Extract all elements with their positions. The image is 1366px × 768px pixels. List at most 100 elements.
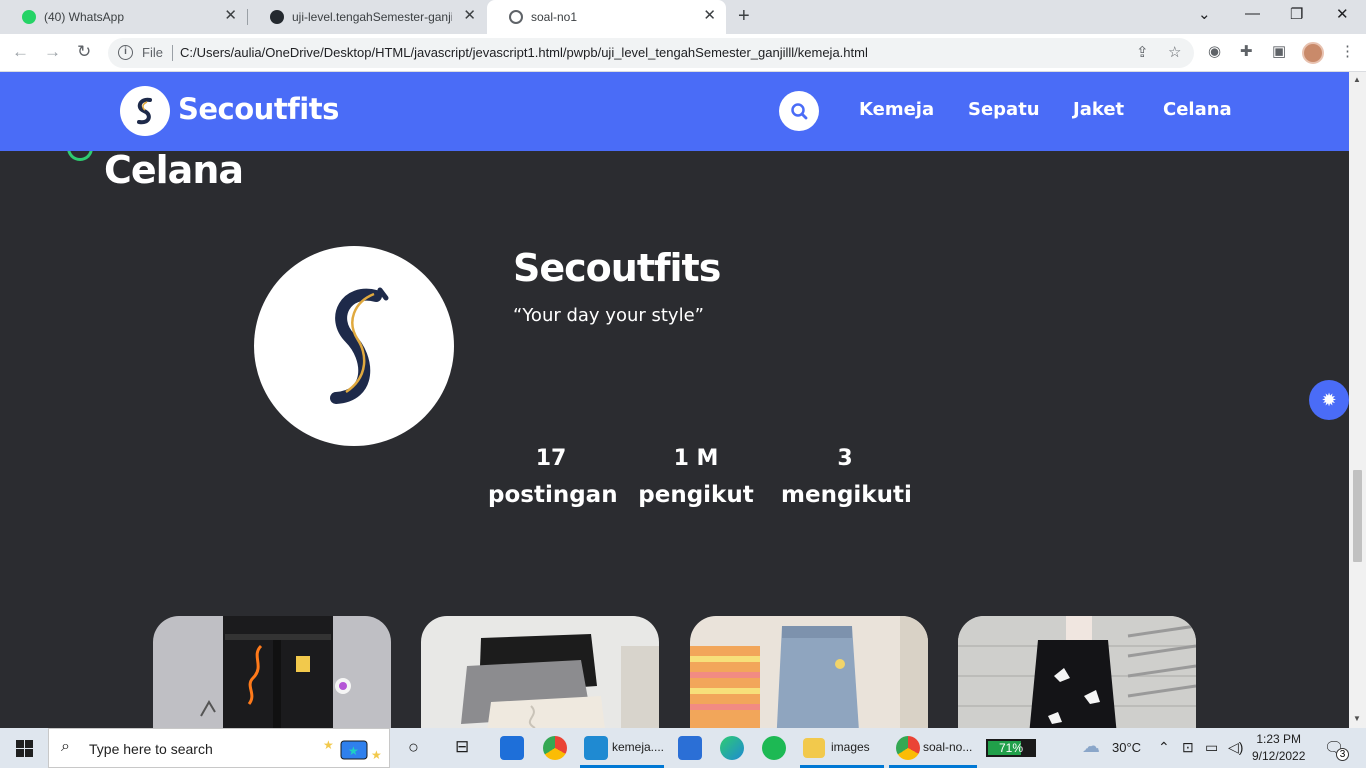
vscode-icon[interactable] bbox=[584, 736, 608, 760]
globe-icon bbox=[509, 10, 523, 24]
tab-github[interactable]: uji-level.tengahSemester-ganjil/u ✕ bbox=[248, 0, 486, 34]
product-image bbox=[958, 616, 1196, 728]
product-image bbox=[461, 634, 659, 728]
nav-link-kemeja[interactable]: Kemeja bbox=[859, 99, 934, 120]
stat-value: 3 bbox=[837, 446, 853, 471]
close-icon[interactable]: ✕ bbox=[224, 8, 237, 24]
taskbar-app-label[interactable]: soal-no... bbox=[923, 740, 972, 754]
share-icon[interactable]: ⇪ bbox=[1136, 44, 1149, 62]
scroll-down-icon[interactable]: ▼ bbox=[1353, 714, 1361, 723]
chevron-up-icon[interactable]: ⌃ bbox=[1158, 739, 1170, 756]
github-icon bbox=[270, 10, 284, 24]
site-navbar: Secoutfits Kemeja Sepatu Jaket Celana bbox=[0, 72, 1349, 151]
cortana-icon[interactable]: ○ bbox=[408, 737, 419, 758]
taskbar-clock[interactable]: 1:23 PM 9/12/2022 bbox=[1252, 731, 1305, 765]
profile-avatar[interactable] bbox=[1302, 42, 1324, 64]
brand-logo[interactable] bbox=[120, 86, 170, 136]
tab-title: uji-level.tengahSemester-ganjil/u bbox=[292, 10, 452, 24]
close-icon[interactable]: ✕ bbox=[703, 8, 716, 24]
battery-indicator[interactable]: 71% bbox=[986, 739, 1036, 757]
volume-icon[interactable]: ◁) bbox=[1228, 739, 1243, 756]
tab-soal-no1[interactable]: soal-no1 ✕ bbox=[487, 0, 726, 34]
scroll-up-icon[interactable]: ▲ bbox=[1353, 75, 1361, 84]
browser-tab-strip: (40) WhatsApp ✕ uji-level.tengahSemester… bbox=[0, 0, 1366, 34]
stat-label: pengikut bbox=[638, 482, 754, 508]
brand-logo-icon bbox=[137, 97, 152, 125]
restore-icon[interactable]: ❐ bbox=[1290, 5, 1303, 23]
clock-date: 9/12/2022 bbox=[1252, 749, 1306, 763]
svg-text:★: ★ bbox=[348, 744, 359, 758]
browser-toolbar: ← → ↻ i File C:/Users/aulia/OneDrive/Des… bbox=[0, 34, 1366, 72]
forward-icon[interactable]: → bbox=[44, 41, 61, 63]
spotify-icon[interactable] bbox=[762, 736, 786, 760]
stat-posts: 17 postingan bbox=[488, 446, 618, 508]
page-scrollbar[interactable]: ▲ ▼ bbox=[1349, 72, 1366, 728]
mail-icon[interactable] bbox=[678, 736, 702, 760]
svg-text:★: ★ bbox=[371, 748, 382, 762]
taskbar-app-label[interactable]: images bbox=[831, 740, 870, 754]
network-icon[interactable]: ⊡ bbox=[1182, 739, 1194, 756]
close-window-icon[interactable]: ✕ bbox=[1336, 5, 1349, 23]
nav-link-sepatu[interactable]: Sepatu bbox=[968, 99, 1040, 120]
clock-time: 1:23 PM bbox=[1256, 732, 1302, 746]
close-icon[interactable]: ✕ bbox=[463, 8, 476, 24]
news-widget-icon[interactable]: ★ ★ ★ bbox=[323, 735, 383, 763]
profile-logo bbox=[254, 246, 454, 446]
scrollbar-thumb[interactable] bbox=[1353, 470, 1362, 562]
product-card[interactable] bbox=[153, 616, 391, 728]
reload-icon[interactable]: ↻ bbox=[77, 41, 91, 63]
search-button[interactable] bbox=[779, 91, 819, 131]
edge-icon[interactable] bbox=[720, 736, 744, 760]
tab-search-icon[interactable]: ⌄ bbox=[1198, 5, 1211, 23]
tab-title: (40) WhatsApp bbox=[44, 10, 125, 24]
page-viewport: Celana Secoutfits Kemeja Sepatu Jaket Ce… bbox=[0, 72, 1349, 728]
stat-value: 1 M bbox=[673, 446, 719, 471]
brand-logo-icon bbox=[330, 287, 389, 404]
gear-icon: ✹ bbox=[1321, 390, 1337, 410]
product-card[interactable] bbox=[421, 616, 659, 728]
notification-count: 3 bbox=[1336, 748, 1349, 761]
brand-name[interactable]: Secoutfits bbox=[178, 92, 339, 126]
taskbar-search-box[interactable]: ⌕ Type here to search ★ ★ ★ bbox=[48, 728, 390, 768]
folder-icon[interactable] bbox=[803, 738, 825, 758]
chrome-icon[interactable] bbox=[543, 736, 567, 760]
profile-tagline: “Your day your style” bbox=[513, 305, 704, 326]
theme-toggle-button[interactable]: ✹ bbox=[1309, 380, 1349, 420]
stat-following: 3 mengikuti bbox=[781, 446, 912, 508]
nav-link-jaket[interactable]: Jaket bbox=[1073, 99, 1124, 120]
stat-label: postingan bbox=[488, 482, 618, 508]
product-card[interactable] bbox=[690, 616, 928, 728]
extensions-puzzle-icon[interactable]: ✚ bbox=[1240, 43, 1253, 61]
bookmark-star-icon[interactable]: ☆ bbox=[1168, 44, 1181, 62]
address-bar[interactable]: i File C:/Users/aulia/OneDrive/Desktop/H… bbox=[108, 38, 1194, 68]
url-text[interactable]: C:/Users/aulia/OneDrive/Desktop/HTML/jav… bbox=[180, 45, 868, 60]
stat-followers: 1 M pengikut bbox=[638, 446, 754, 508]
tab-whatsapp[interactable]: (40) WhatsApp ✕ bbox=[0, 0, 247, 34]
task-view-icon[interactable]: ⊟ bbox=[455, 737, 469, 757]
back-icon[interactable]: ← bbox=[12, 41, 29, 63]
product-image bbox=[200, 616, 351, 728]
new-tab-icon[interactable]: + bbox=[738, 6, 750, 26]
weather-temperature[interactable]: 30°C bbox=[1112, 740, 1141, 755]
taskbar-app-label[interactable]: kemeja.... bbox=[612, 740, 664, 754]
menu-kebab-icon[interactable]: ⋮ bbox=[1340, 43, 1355, 61]
extension-circle-icon[interactable]: ◉ bbox=[1208, 43, 1221, 61]
stat-value: 17 bbox=[535, 446, 567, 471]
info-icon[interactable]: i bbox=[118, 45, 133, 60]
search-icon: ⌕ bbox=[61, 738, 70, 755]
section-title: Celana bbox=[104, 148, 244, 192]
minimize-icon[interactable]: — bbox=[1245, 5, 1260, 22]
product-image bbox=[690, 616, 928, 728]
battery-tray-icon[interactable]: ▭ bbox=[1205, 739, 1218, 756]
nav-link-celana[interactable]: Celana bbox=[1163, 99, 1232, 120]
search-icon bbox=[791, 103, 808, 120]
whatsapp-icon bbox=[22, 10, 36, 24]
chrome-icon[interactable] bbox=[896, 736, 920, 760]
weather-cloud-icon[interactable]: ☁ bbox=[1082, 736, 1100, 757]
product-card[interactable] bbox=[958, 616, 1196, 728]
windows-start-icon[interactable] bbox=[16, 740, 33, 757]
side-panel-icon[interactable]: ▣ bbox=[1272, 43, 1286, 61]
tab-title: soal-no1 bbox=[531, 10, 578, 24]
store-icon[interactable] bbox=[500, 736, 524, 760]
battery-text: 71% bbox=[998, 741, 1024, 755]
